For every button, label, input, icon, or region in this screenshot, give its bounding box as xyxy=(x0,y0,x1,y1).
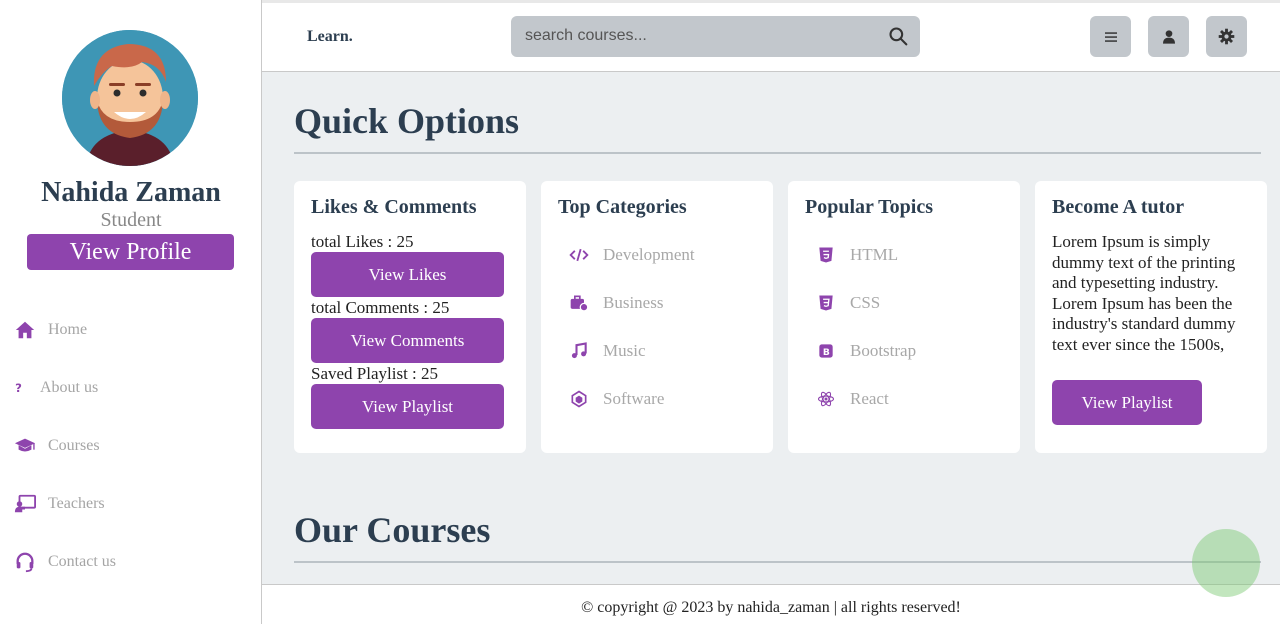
topic-bootstrap[interactable]: B Bootstrap xyxy=(816,341,916,361)
search-bar[interactable]: search courses... xyxy=(511,16,920,57)
top-categories-card: Top Categories Development Business Musi… xyxy=(541,181,773,453)
category-software[interactable]: Software xyxy=(569,389,664,409)
popular-topics-card: Popular Topics HTML CSS B Bootstrap Reac… xyxy=(788,181,1020,453)
html5-icon xyxy=(819,247,833,263)
sidebar-item-about[interactable]: ? About us xyxy=(14,376,98,400)
settings-button[interactable] xyxy=(1206,16,1247,57)
sidebar-item-label: Courses xyxy=(48,437,100,454)
our-courses-title: Our Courses xyxy=(294,510,491,550)
category-music[interactable]: Music xyxy=(569,341,646,361)
sidebar-item-label: About us xyxy=(40,379,99,396)
card-title: Top Categories xyxy=(558,196,687,218)
category-label: Music xyxy=(603,341,646,360)
profile-name: Nahida Zaman xyxy=(41,177,221,208)
category-label: Business xyxy=(603,293,664,312)
topic-label: React xyxy=(850,389,889,408)
topic-label: CSS xyxy=(850,293,881,312)
sidebar-item-label: Home xyxy=(48,321,88,338)
category-label: Development xyxy=(603,245,695,264)
gear-icon xyxy=(1218,28,1235,45)
playlist-count: Saved Playlist : 25 xyxy=(311,364,439,383)
card-title: Become A tutor xyxy=(1052,196,1185,218)
home-icon xyxy=(15,321,35,339)
sidebar-item-teachers[interactable]: Teachers xyxy=(14,492,105,516)
quick-options-title: Quick Options xyxy=(294,101,520,141)
view-comments-button[interactable]: View Comments xyxy=(311,318,504,363)
view-profile-button[interactable]: View Profile xyxy=(27,234,234,270)
category-label: Software xyxy=(603,389,665,408)
likes-comments-card: Likes & Comments total Likes : 25 View L… xyxy=(294,181,526,453)
become-tutor-card: Become A tutor Lorem Ipsum is simply dum… xyxy=(1035,181,1267,453)
tutor-view-playlist-button[interactable]: View Playlist xyxy=(1052,380,1202,425)
topic-html[interactable]: HTML xyxy=(816,245,898,265)
profile-role: Student xyxy=(100,209,162,231)
topic-label: HTML xyxy=(850,245,899,264)
user-button[interactable] xyxy=(1148,16,1189,57)
search-icon[interactable] xyxy=(888,26,908,46)
code-icon xyxy=(569,248,589,262)
sidebar-item-label: Teachers xyxy=(48,495,105,512)
topic-css[interactable]: CSS xyxy=(816,293,880,313)
avatar xyxy=(62,30,198,166)
top-header: Learn. search courses... xyxy=(262,0,1280,72)
site-logo[interactable]: Learn. xyxy=(307,28,353,46)
search-input[interactable]: search courses... xyxy=(525,27,647,45)
bootstrap-icon: B xyxy=(819,344,833,358)
topic-react[interactable]: React xyxy=(816,389,889,409)
sidebar-item-courses[interactable]: Courses xyxy=(14,434,100,458)
music-icon xyxy=(571,342,587,359)
sidebar-item-label: Contact us xyxy=(48,553,116,570)
watermark xyxy=(1192,529,1260,597)
sidebar-item-contact[interactable]: Contact us xyxy=(14,550,116,574)
category-business[interactable]: Business xyxy=(569,293,663,313)
section-divider xyxy=(294,152,1261,154)
view-playlist-button[interactable]: View Playlist xyxy=(311,384,504,429)
svg-text:?: ? xyxy=(15,381,22,395)
css3-icon xyxy=(819,295,833,311)
likes-count: total Likes : 25 xyxy=(311,232,414,251)
footer: © copyright @ 2023 by nahida_zaman | all… xyxy=(262,584,1280,624)
react-icon xyxy=(817,391,835,407)
headset-icon xyxy=(16,552,34,573)
user-icon xyxy=(1162,29,1175,44)
card-title: Likes & Comments xyxy=(311,196,477,218)
topic-label: Bootstrap xyxy=(850,341,917,360)
category-development[interactable]: Development xyxy=(569,245,695,265)
chalkboard-teacher-icon xyxy=(14,494,36,513)
view-likes-button[interactable]: View Likes xyxy=(311,252,504,297)
sidebar: Nahida Zaman Student View Profile Home ?… xyxy=(0,0,262,624)
graduation-cap-icon xyxy=(14,438,36,452)
tutor-description: Lorem Ipsum is simply dummy text of the … xyxy=(1052,232,1236,354)
briefcase-icon xyxy=(570,295,589,312)
card-title: Popular Topics xyxy=(805,196,934,218)
menu-icon xyxy=(1104,31,1117,42)
svg-text:B: B xyxy=(823,347,830,358)
software-icon xyxy=(571,390,587,408)
section-divider xyxy=(294,561,1261,563)
comments-count: total Comments : 25 xyxy=(311,298,450,317)
sidebar-item-home[interactable]: Home xyxy=(14,318,87,342)
menu-button[interactable] xyxy=(1090,16,1131,57)
question-icon: ? xyxy=(15,381,22,395)
